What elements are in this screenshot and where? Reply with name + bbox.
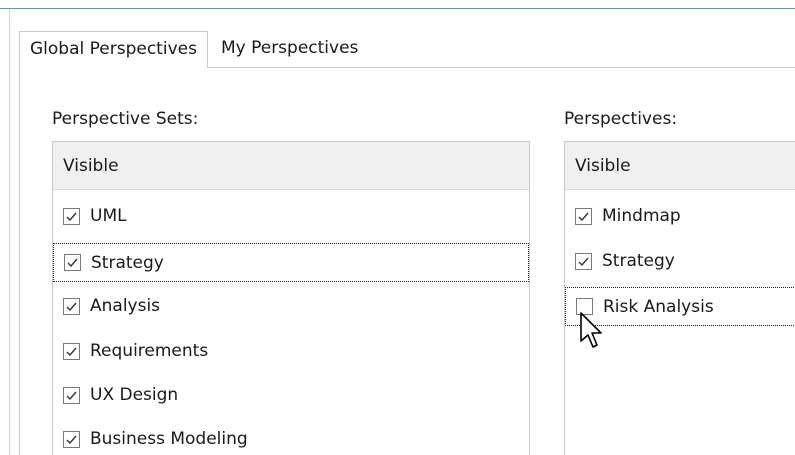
perspectives-label: Perspectives: xyxy=(564,109,678,129)
tab-global-perspectives[interactable]: Global Perspectives xyxy=(19,31,208,68)
tab-strip: Global Perspectives My Perspectives xyxy=(19,31,368,68)
perspective-sets-label: Perspective Sets: xyxy=(52,109,199,129)
checkbox-uml[interactable] xyxy=(63,207,80,225)
perspective-set-label: UML xyxy=(90,206,127,226)
perspective-set-label: Strategy xyxy=(91,252,164,273)
perspective-set-row-uml[interactable]: UML xyxy=(53,198,529,234)
checkbox-business-modeling[interactable] xyxy=(63,430,80,448)
checkbox-mindmap[interactable] xyxy=(575,207,592,225)
check-icon xyxy=(66,391,77,400)
checkbox-ux-design[interactable] xyxy=(63,386,80,404)
perspective-set-label: Business Modeling xyxy=(90,429,248,449)
perspective-set-label: Analysis xyxy=(90,296,161,316)
checkbox-strategy-perspective[interactable] xyxy=(575,252,592,270)
checkbox-strategy[interactable] xyxy=(64,254,81,271)
window-left-border xyxy=(0,9,10,455)
perspective-set-label: UX Design xyxy=(90,385,179,405)
window-top-border xyxy=(0,0,795,9)
mouse-pointer-icon xyxy=(580,312,602,348)
perspective-label: Mindmap xyxy=(602,206,681,226)
perspective-set-row-requirements[interactable]: Requirements xyxy=(53,333,529,369)
perspective-row-mindmap[interactable]: Mindmap xyxy=(565,198,795,234)
perspectives-column-header[interactable]: Visible xyxy=(565,142,795,190)
perspective-set-row-strategy[interactable]: Strategy xyxy=(53,243,529,282)
tab-my-perspectives[interactable]: My Perspectives xyxy=(208,31,368,67)
check-icon xyxy=(67,258,78,268)
checkbox-requirements[interactable] xyxy=(63,342,80,360)
perspective-set-row-business-modeling[interactable]: Business Modeling xyxy=(53,421,529,455)
perspective-set-row-ux-design[interactable]: UX Design xyxy=(53,377,529,413)
check-icon xyxy=(578,257,589,266)
checkbox-analysis[interactable] xyxy=(63,297,80,315)
check-icon xyxy=(578,212,589,221)
perspective-row-strategy[interactable]: Strategy xyxy=(565,243,795,279)
perspective-label: Risk Analysis xyxy=(603,296,714,317)
perspective-set-row-analysis[interactable]: Analysis xyxy=(53,288,529,324)
check-icon xyxy=(66,302,77,311)
check-icon xyxy=(66,347,77,356)
perspective-label: Strategy xyxy=(602,251,675,271)
perspectives-list[interactable]: Visible Mindmap Strategy Risk Analysis xyxy=(564,141,795,455)
perspective-sets-column-header[interactable]: Visible xyxy=(53,142,529,190)
check-icon xyxy=(66,212,77,221)
perspective-set-label: Requirements xyxy=(90,341,209,361)
check-icon xyxy=(66,435,77,444)
perspective-sets-list[interactable]: Visible UML Strategy Analysis Requiremen… xyxy=(52,141,530,455)
